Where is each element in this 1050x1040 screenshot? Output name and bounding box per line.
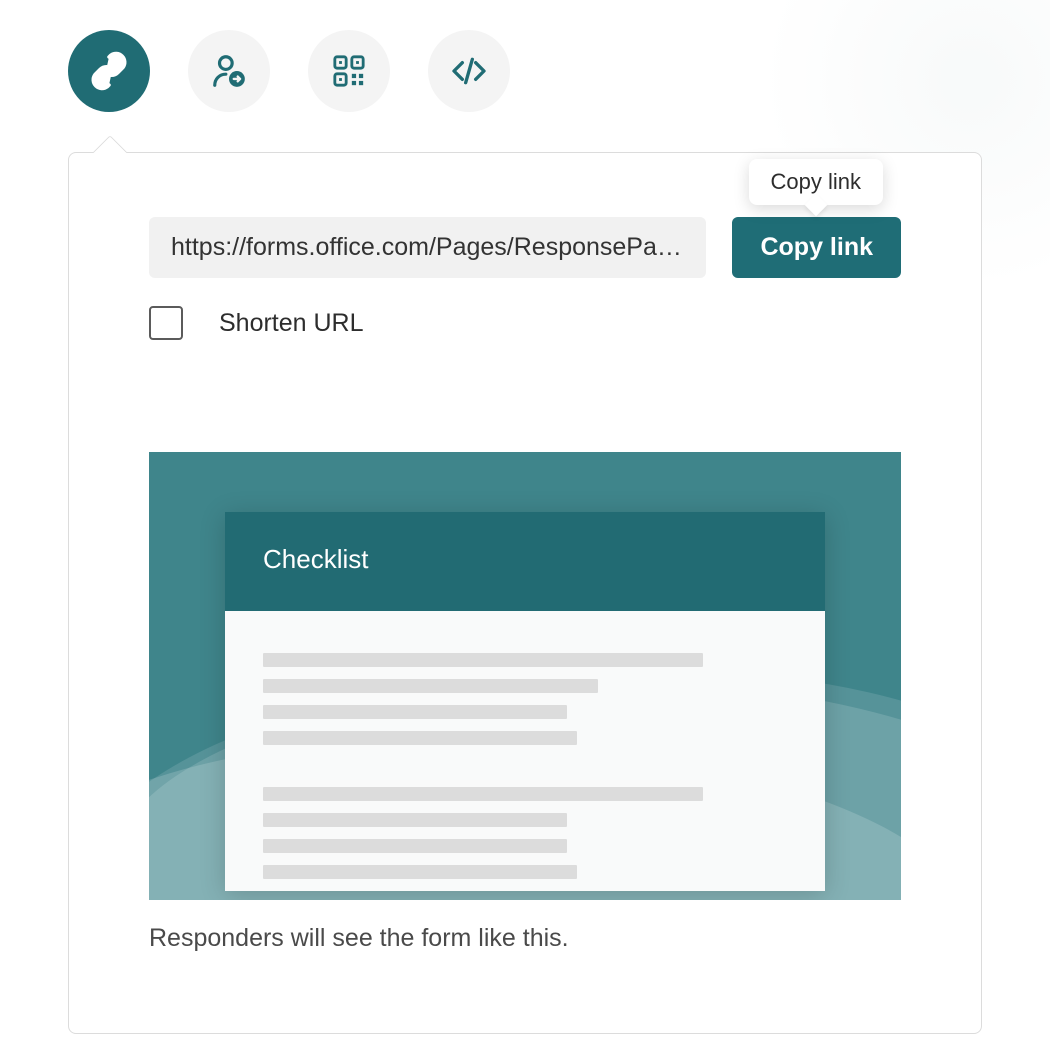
form-header: Checklist (225, 512, 825, 611)
form-card: Checklist (225, 512, 825, 891)
skeleton-line (263, 731, 577, 745)
skeleton-line (263, 679, 598, 693)
code-embed-icon (449, 51, 489, 91)
copy-link-tooltip: Copy link (749, 159, 883, 205)
shorten-url-label: Shorten URL (219, 309, 364, 338)
form-preview: Checklist (149, 452, 901, 900)
preview-caption: Responders will see the form like this. (149, 924, 901, 953)
tab-link[interactable] (68, 30, 150, 112)
tab-embed[interactable] (428, 30, 510, 112)
skeleton-line (263, 653, 703, 667)
person-share-icon (210, 52, 248, 90)
skeleton-line (263, 705, 567, 719)
form-title: Checklist (263, 544, 787, 575)
share-panel: Copy link Copy link Shorten URL Checklis… (68, 152, 982, 1034)
shorten-url-row: Shorten URL (149, 306, 901, 340)
link-row: Copy link Copy link (149, 217, 901, 278)
share-url-input[interactable] (149, 217, 706, 278)
skeleton-line (263, 865, 577, 879)
copy-link-button[interactable]: Copy link (732, 217, 901, 278)
link-icon (88, 50, 130, 92)
tab-invite[interactable] (188, 30, 270, 112)
form-body (225, 611, 825, 879)
form-preview-container: Checklist Responders will see the form l… (149, 452, 901, 953)
skeleton-line (263, 787, 703, 801)
tab-qr-code[interactable] (308, 30, 390, 112)
shorten-url-checkbox[interactable] (149, 306, 183, 340)
panel-pointer (93, 135, 127, 169)
qr-code-icon (332, 54, 366, 88)
skeleton-line (263, 813, 567, 827)
skeleton-line (263, 839, 567, 853)
